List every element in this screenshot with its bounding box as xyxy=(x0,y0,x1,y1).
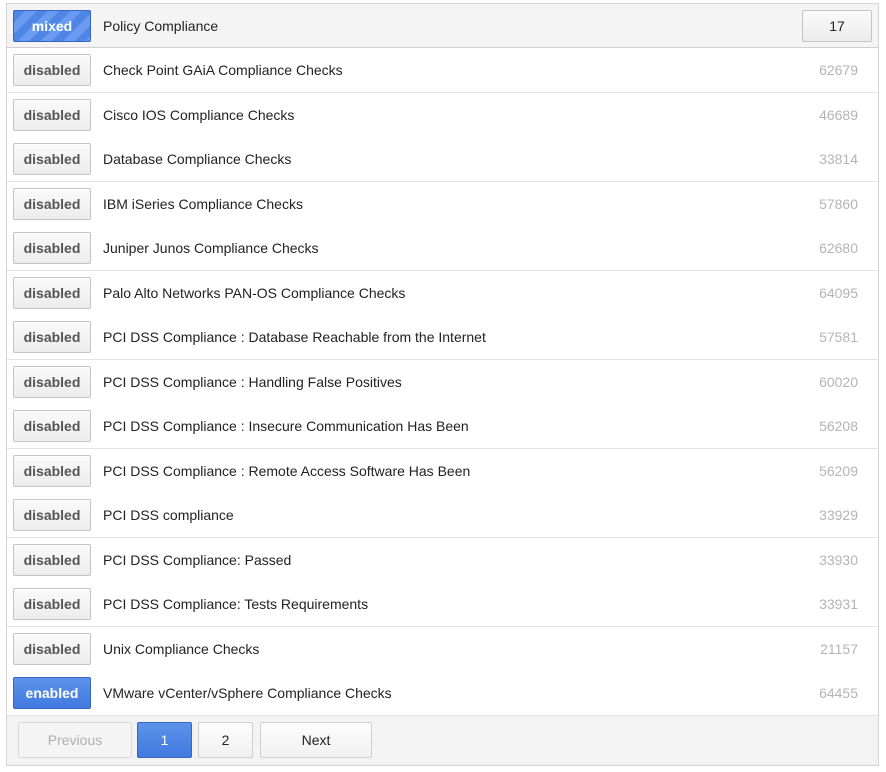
plugin-family-panel: mixed Policy Compliance 17 disabled Check… xyxy=(6,3,879,766)
plugin-id: 57860 xyxy=(819,195,858,212)
next-page-button[interactable]: Next xyxy=(260,722,372,758)
plugin-name: PCI DSS Compliance : Handling False Posi… xyxy=(103,373,402,390)
plugin-row: disabled Check Point GAiA Compliance Chec… xyxy=(7,48,878,93)
plugin-name: Unix Compliance Checks xyxy=(103,640,260,657)
plugin-id: 56209 xyxy=(819,462,858,479)
plugin-name: PCI DSS Compliance : Insecure Communicat… xyxy=(103,418,469,434)
plugin-id: 33814 xyxy=(819,151,858,167)
plugin-status-toggle[interactable]: disabled xyxy=(13,632,91,665)
plugin-id: 57581 xyxy=(819,329,858,345)
plugin-id: 64455 xyxy=(819,685,858,701)
plugin-status-toggle[interactable]: disabled xyxy=(13,276,91,309)
plugin-row: disabled PCI DSS Compliance: Tests Requir… xyxy=(7,582,878,627)
previous-page-button[interactable]: Previous xyxy=(18,722,132,758)
plugin-name: PCI DSS Compliance : Remote Access Softw… xyxy=(103,462,471,479)
plugin-name: PCI DSS Compliance : Database Reachable … xyxy=(103,329,486,345)
plugin-count-badge: 17 xyxy=(802,10,872,42)
plugin-id: 46689 xyxy=(819,106,858,123)
plugin-row: disabled Unix Compliance Checks 21157 xyxy=(7,626,878,672)
family-header: mixed Policy Compliance 17 xyxy=(7,4,878,48)
plugin-id: 62679 xyxy=(819,62,858,78)
plugin-status-toggle[interactable]: disabled xyxy=(13,365,91,398)
family-title: Policy Compliance xyxy=(103,18,219,34)
plugin-name: Database Compliance Checks xyxy=(103,151,292,167)
plugin-row: disabled PCI DSS Compliance: Passed 33930 xyxy=(7,537,878,583)
plugin-row: disabled Cisco IOS Compliance Checks 46689 xyxy=(7,92,878,138)
plugin-status-toggle[interactable]: disabled xyxy=(13,187,91,220)
plugin-name: Cisco IOS Compliance Checks xyxy=(103,106,295,123)
plugin-row: enabled VMware vCenter/vSphere Compliance… xyxy=(7,671,878,716)
plugin-status-toggle[interactable]: disabled xyxy=(13,143,91,175)
plugin-row: disabled Juniper Junos Compliance Checks 6… xyxy=(7,226,878,271)
plugin-name: Juniper Junos Compliance Checks xyxy=(103,240,319,256)
pagination: Previous 1 2 Next xyxy=(7,716,878,765)
family-status-toggle[interactable]: mixed xyxy=(13,10,91,42)
plugin-id: 33929 xyxy=(819,507,858,523)
plugin-id: 21157 xyxy=(820,640,858,657)
plugin-name: PCI DSS compliance xyxy=(103,507,234,523)
plugin-id: 56208 xyxy=(819,418,858,434)
plugin-status-toggle[interactable]: disabled xyxy=(13,54,91,86)
plugin-row: disabled PCI DSS Compliance : Remote Acce… xyxy=(7,448,878,494)
page-1-button[interactable]: 1 xyxy=(137,722,192,758)
plugin-status-toggle[interactable]: enabled xyxy=(13,677,91,709)
plugin-status-toggle[interactable]: disabled xyxy=(13,499,91,531)
plugin-name: IBM iSeries Compliance Checks xyxy=(103,195,303,212)
plugin-id: 64095 xyxy=(819,284,858,301)
plugin-name: VMware vCenter/vSphere Compliance Checks xyxy=(103,685,392,701)
plugin-name: PCI DSS Compliance: Tests Requirements xyxy=(103,596,369,612)
plugin-status-toggle[interactable]: disabled xyxy=(13,321,91,353)
plugin-name: PCI DSS Compliance: Passed xyxy=(103,551,292,568)
plugin-row: disabled Palo Alto Networks PAN-OS Compli… xyxy=(7,270,878,316)
plugin-id: 62680 xyxy=(819,240,858,256)
plugin-row: disabled PCI DSS Compliance : Database Re… xyxy=(7,315,878,360)
page-2-button[interactable]: 2 xyxy=(198,722,253,758)
plugin-row: disabled IBM iSeries Compliance Checks 578… xyxy=(7,181,878,227)
plugin-row: disabled PCI DSS compliance 33929 xyxy=(7,493,878,538)
plugin-name: Palo Alto Networks PAN-OS Compliance Che… xyxy=(103,284,406,301)
plugin-status-toggle[interactable]: disabled xyxy=(13,454,91,487)
plugin-row: disabled Database Compliance Checks 33814 xyxy=(7,137,878,182)
plugin-row: disabled PCI DSS Compliance : Handling Fa… xyxy=(7,359,878,405)
plugin-id: 60020 xyxy=(819,373,858,390)
plugin-status-toggle[interactable]: disabled xyxy=(13,410,91,442)
plugin-row: disabled PCI DSS Compliance : Insecure Co… xyxy=(7,404,878,449)
plugin-id: 33930 xyxy=(819,551,858,568)
plugin-status-toggle[interactable]: disabled xyxy=(13,232,91,264)
plugin-status-toggle[interactable]: disabled xyxy=(13,588,91,620)
plugin-status-toggle[interactable]: disabled xyxy=(13,98,91,131)
plugin-status-toggle[interactable]: disabled xyxy=(13,543,91,576)
plugin-name: Check Point GAiA Compliance Checks xyxy=(103,62,343,78)
plugin-id: 33931 xyxy=(819,596,858,612)
